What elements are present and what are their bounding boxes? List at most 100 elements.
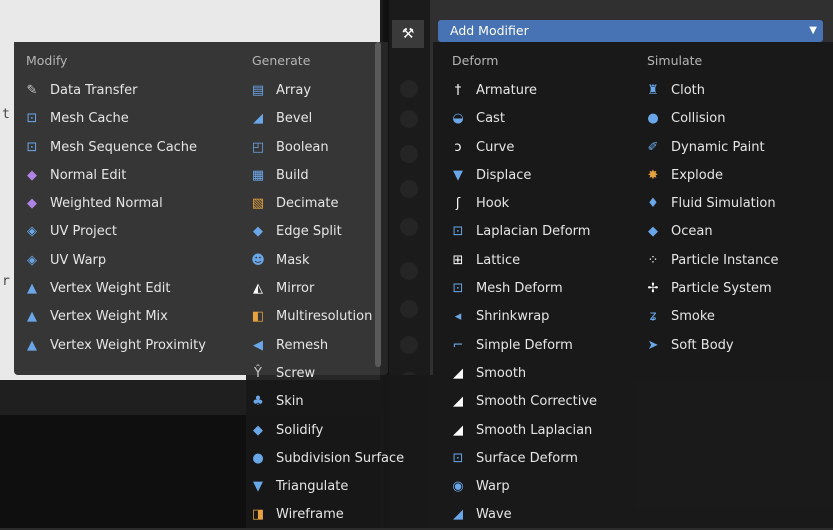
modify-menu-item[interactable]: ◆ Weighted Normal	[24, 190, 244, 218]
modify-menu-item[interactable]: ◆ Normal Edit	[24, 162, 244, 190]
simulate-menu-item[interactable]: ● Collision	[645, 105, 825, 133]
wave-icon: ◢	[453, 507, 463, 523]
deform-menu-item[interactable]: ◉ Warp	[450, 473, 640, 501]
deform-menu-item[interactable]: ◢ Smooth	[450, 360, 640, 388]
generate-menu-item[interactable]: ◨ Wireframe	[250, 501, 430, 529]
generate-menu-item[interactable]: ◰ Boolean	[250, 134, 430, 162]
generate-menu-item-label: Remesh	[276, 337, 329, 353]
simulate-menu-item[interactable]: ʑ Smoke	[645, 303, 825, 331]
modify-menu-item[interactable]: ⊡ Mesh Cache	[24, 105, 244, 133]
editor-text-fragment: t	[2, 107, 10, 122]
modify-menu-item[interactable]: ▲ Vertex Weight Proximity	[24, 332, 244, 360]
generate-menu-item[interactable]: ◢ Bevel	[250, 105, 430, 133]
deform-menu-item[interactable]: ◢ Smooth Laplacian	[450, 417, 640, 445]
simulate-menu-item[interactable]: ⁘ Particle Instance	[645, 247, 825, 275]
mesh-cache-icon: ⊡	[26, 111, 38, 127]
deform-menu-item[interactable]: ʃ Hook	[450, 190, 640, 218]
smoke-icon: ʑ	[649, 309, 657, 325]
deform-menu-item-label: Wave	[476, 507, 512, 523]
data-transfer-icon: ✎	[26, 83, 38, 98]
generate-menu-item[interactable]: ◭ Mirror	[250, 275, 430, 303]
hook-icon: ʃ	[455, 196, 461, 212]
surface-deform-icon: ⊡	[452, 450, 464, 466]
vertex-weight-edit-icon: ▲	[27, 281, 37, 297]
uv-project-icon: ◈	[27, 224, 37, 240]
deform-menu-item[interactable]: ◢ Smooth Corrective	[450, 388, 640, 416]
generate-menu-item[interactable]: ● Subdivision Surface	[250, 445, 430, 473]
deform-menu-item[interactable]: ◒ Cast	[450, 105, 640, 133]
mask-icon: ☻	[251, 252, 265, 268]
generate-menu-item-label: Bevel	[276, 111, 313, 127]
simulate-menu-item[interactable]: ➤ Soft Body	[645, 332, 825, 360]
deform-menu-item-label: Curve	[476, 139, 515, 155]
modify-menu-item-label: Weighted Normal	[50, 196, 163, 212]
deform-menu-item-label: Warp	[476, 479, 510, 495]
generate-column-title: Generate	[252, 53, 311, 68]
boolean-icon: ◰	[251, 139, 265, 155]
simulate-menu-item[interactable]: ✐ Dynamic Paint	[645, 134, 825, 162]
deform-menu-item[interactable]: ▼ Displace	[450, 162, 640, 190]
simulate-menu-item[interactable]: ♜ Cloth	[645, 77, 825, 105]
modify-menu-item-label: UV Warp	[50, 252, 107, 268]
generate-menu-item[interactable]: ☻ Mask	[250, 247, 430, 275]
deform-menu-item[interactable]: ↄ Curve	[450, 134, 640, 162]
simulate-menu-item-label: Ocean	[671, 224, 713, 240]
deform-menu-item[interactable]: † Armature	[450, 77, 640, 105]
generate-menu-item[interactable]: ▼ Triangulate	[250, 473, 430, 501]
modify-menu-item[interactable]: ✎ Data Transfer	[24, 77, 244, 105]
generate-menu-item[interactable]: ◀ Remesh	[250, 332, 430, 360]
modifier-tab[interactable]: ⚒	[392, 20, 424, 48]
deform-menu-item[interactable]: ◢ Wave	[450, 501, 640, 529]
deform-menu-item-label: Hook	[476, 196, 510, 212]
add-modifier-dropdown[interactable]: Add Modifier ▼	[438, 20, 823, 42]
multiresolution-icon: ◧	[251, 309, 265, 325]
generate-menu-item[interactable]: ◆ Solidify	[250, 417, 430, 445]
modify-menu-item-label: Normal Edit	[50, 167, 127, 183]
generate-menu-item[interactable]: ▧ Decimate	[250, 190, 430, 218]
simulate-menu-item[interactable]: ♦ Fluid Simulation	[645, 190, 825, 218]
simulate-menu-item[interactable]: ◆ Ocean	[645, 218, 825, 246]
generate-menu-item[interactable]: ♣ Skin	[250, 388, 430, 416]
curve-icon: ↄ	[454, 139, 462, 155]
simulate-menu-item-label: Smoke	[671, 309, 715, 325]
modify-menu-item-label: Vertex Weight Mix	[50, 309, 168, 325]
simulate-column-title: Simulate	[647, 53, 703, 68]
simulate-menu-item-label: Explode	[671, 167, 723, 183]
simulate-menu-item[interactable]: ✢ Particle System	[645, 275, 825, 303]
normal-edit-icon: ◆	[27, 167, 37, 183]
warp-icon: ◉	[452, 479, 464, 495]
collision-icon: ●	[647, 111, 659, 127]
deform-menu-item[interactable]: ⌐ Simple Deform	[450, 332, 640, 360]
generate-menu-item-label: Decimate	[276, 196, 339, 212]
simple-deform-icon: ⌐	[452, 337, 464, 353]
generate-menu-item[interactable]: ▦ Build	[250, 162, 430, 190]
modify-menu-item[interactable]: ◈ UV Warp	[24, 247, 244, 275]
modify-menu-item[interactable]: ▲ Vertex Weight Mix	[24, 303, 244, 331]
deform-menu-item[interactable]: ⊡ Surface Deform	[450, 445, 640, 473]
particle-system-icon: ✢	[647, 281, 659, 297]
modify-menu-item-label: Mesh Sequence Cache	[50, 139, 198, 155]
deform-menu-item-label: Smooth Corrective	[476, 394, 598, 410]
generate-menu-item-label: Screw	[276, 365, 316, 381]
deform-menu-item[interactable]: ⊞ Lattice	[450, 247, 640, 275]
modify-menu-item[interactable]: ⊡ Mesh Sequence Cache	[24, 134, 244, 162]
modify-menu-item[interactable]: ▲ Vertex Weight Edit	[24, 275, 244, 303]
cast-icon: ◒	[452, 111, 464, 127]
modify-menu-item[interactable]: ◈ UV Project	[24, 218, 244, 246]
generate-menu-item-label: Boolean	[276, 139, 329, 155]
chevron-down-icon: ▼	[809, 25, 817, 36]
generate-menu-item[interactable]: ▤ Array	[250, 77, 430, 105]
generate-menu-item-label: Array	[276, 83, 312, 98]
deform-menu-item[interactable]: ⊡ Laplacian Deform	[450, 218, 640, 246]
skin-icon: ♣	[252, 394, 264, 410]
generate-menu-item-label: Mirror	[276, 281, 315, 297]
deform-menu-item[interactable]: ◂ Shrinkwrap	[450, 303, 640, 331]
generate-menu-item[interactable]: ◧ Multiresolution	[250, 303, 430, 331]
deform-menu-item[interactable]: ⊡ Mesh Deform	[450, 275, 640, 303]
modify-menu-item-label: Data Transfer	[50, 83, 138, 98]
generate-menu-item[interactable]: Ŷ Screw	[250, 360, 430, 388]
deform-column: Deform † Armature ◒ Cast ↄ Curve ▼ Displace ʃ Hoo…	[450, 51, 640, 530]
add-modifier-label: Add Modifier	[450, 23, 529, 38]
generate-menu-item[interactable]: ◆ Edge Split	[250, 218, 430, 246]
simulate-menu-item[interactable]: ✸ Explode	[645, 162, 825, 190]
